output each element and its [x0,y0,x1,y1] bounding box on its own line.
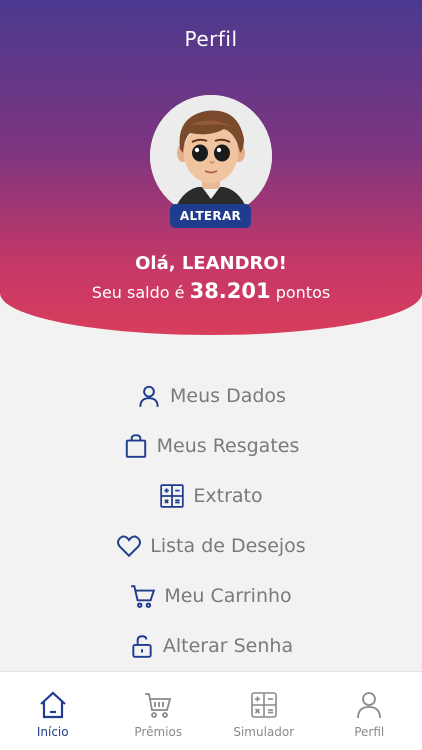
tab-label: Prêmios [134,725,183,739]
balance-prefix: Seu saldo é [91,283,185,302]
calculator-icon [159,483,185,509]
cart-icon [145,693,172,718]
balance-value: 38.201 [189,279,271,303]
page-title: Perfil [184,27,238,51]
menu-item-alterar-senha[interactable]: Alterar Senha [0,621,422,671]
tab-simulador[interactable]: Simulador [211,672,317,750]
greeting-text: Olá, LEANDRO! [135,253,287,274]
balance-suffix: pontos [275,283,331,302]
home-icon [40,691,66,719]
tab-perfil[interactable]: Perfil [317,672,422,750]
menu-item-lista-de-desejos[interactable]: Lista de Desejos [0,521,422,571]
menu-item-meus-resgates[interactable]: Meus Resgates [0,421,422,471]
alter-photo-button[interactable]: ALTERAR [170,204,251,228]
user-icon [357,692,382,719]
menu-item-label: Meu Carrinho [164,585,292,607]
tab-inicio[interactable]: Início [0,672,106,750]
menu-item-label: Meus Dados [170,385,286,407]
shopping-bag-icon [123,433,149,459]
tab-label: Simulador [233,725,295,739]
tab-label: Perfil [354,725,385,739]
menu-item-label: Lista de Desejos [150,535,306,557]
menu-item-meus-dados[interactable]: Meus Dados [0,371,422,421]
menu-item-label: Alterar Senha [162,635,294,657]
tab-label: Início [36,725,69,739]
bottom-tab-bar: Início Prêmios Simulador Perfil [0,671,422,750]
user-icon [136,383,162,409]
menu-item-extrato[interactable]: Extrato [0,471,422,521]
unlock-icon [129,633,155,659]
heart-icon [116,533,142,559]
profile-menu: Meus Dados Meus Resgates Extrato Lista d… [0,371,422,671]
cart-icon [130,583,156,609]
avatar[interactable] [150,95,272,217]
menu-item-label: Extrato [193,485,263,507]
avatar-image [150,95,272,217]
balance-line: Seu saldo é 38.201 pontos [0,279,422,303]
menu-item-label: Meus Resgates [156,435,300,457]
calculator-icon [250,692,277,718]
profile-header: Perfil ALTERAR Olá, LEANDRO! Seu saldo é… [0,0,422,335]
menu-item-meu-carrinho[interactable]: Meu Carrinho [0,571,422,621]
tab-premios[interactable]: Prêmios [106,672,212,750]
